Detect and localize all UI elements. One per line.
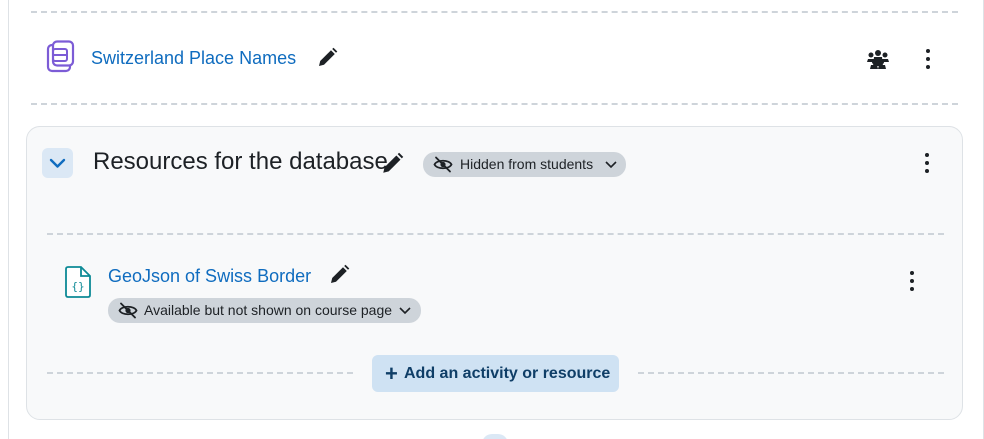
add-activity-label: Add an activity or resource: [404, 365, 611, 382]
resource-menu-kebab-icon[interactable]: [902, 269, 922, 293]
database-icon: [46, 40, 75, 73]
section-menu-kebab-icon[interactable]: [917, 151, 937, 175]
availability-badge[interactable]: Available but not shown on course page: [108, 298, 421, 323]
availability-badge-label: Available but not shown on course page: [144, 302, 393, 318]
divider-add-left: [47, 372, 353, 374]
groups-icon[interactable]: [866, 48, 890, 70]
hidden-badge-label: Hidden from students: [460, 156, 594, 172]
pencil-icon[interactable]: [316, 47, 338, 69]
activity-title-link[interactable]: Switzerland Place Names: [91, 48, 296, 69]
section-title: Resources for the database: [93, 148, 388, 175]
hidden-from-students-badge[interactable]: Hidden from students: [423, 152, 626, 177]
divider-section-inner: [47, 233, 944, 235]
plus-icon: +: [385, 361, 398, 386]
eye-slash-icon: [118, 302, 138, 319]
section-edit-pencil-icon[interactable]: [380, 152, 404, 176]
add-activity-button[interactable]: + Add an activity or resource: [372, 355, 619, 392]
divider-middle: [31, 103, 958, 105]
section-card: Resources for the database Hidden from s…: [26, 126, 963, 420]
section-collapse-button[interactable]: [42, 148, 73, 178]
chevron-down-icon: [605, 161, 617, 169]
activity-menu-kebab-icon[interactable]: [918, 47, 938, 71]
course-page: Switzerland Place Names Resources for th…: [0, 0, 984, 439]
resource-edit-pencil-icon[interactable]: [328, 264, 350, 286]
divider-add-right: [638, 372, 944, 374]
resource-title-link[interactable]: GeoJson of Swiss Border: [108, 266, 311, 287]
divider-top: [31, 11, 958, 13]
svg-text:{}: {}: [71, 280, 84, 293]
file-code-icon: {}: [65, 266, 91, 298]
chevron-down-icon: [399, 307, 411, 315]
activity-row: Switzerland Place Names: [44, 38, 964, 80]
eye-slash-icon: [433, 156, 453, 173]
chevron-down-icon: [49, 158, 66, 168]
